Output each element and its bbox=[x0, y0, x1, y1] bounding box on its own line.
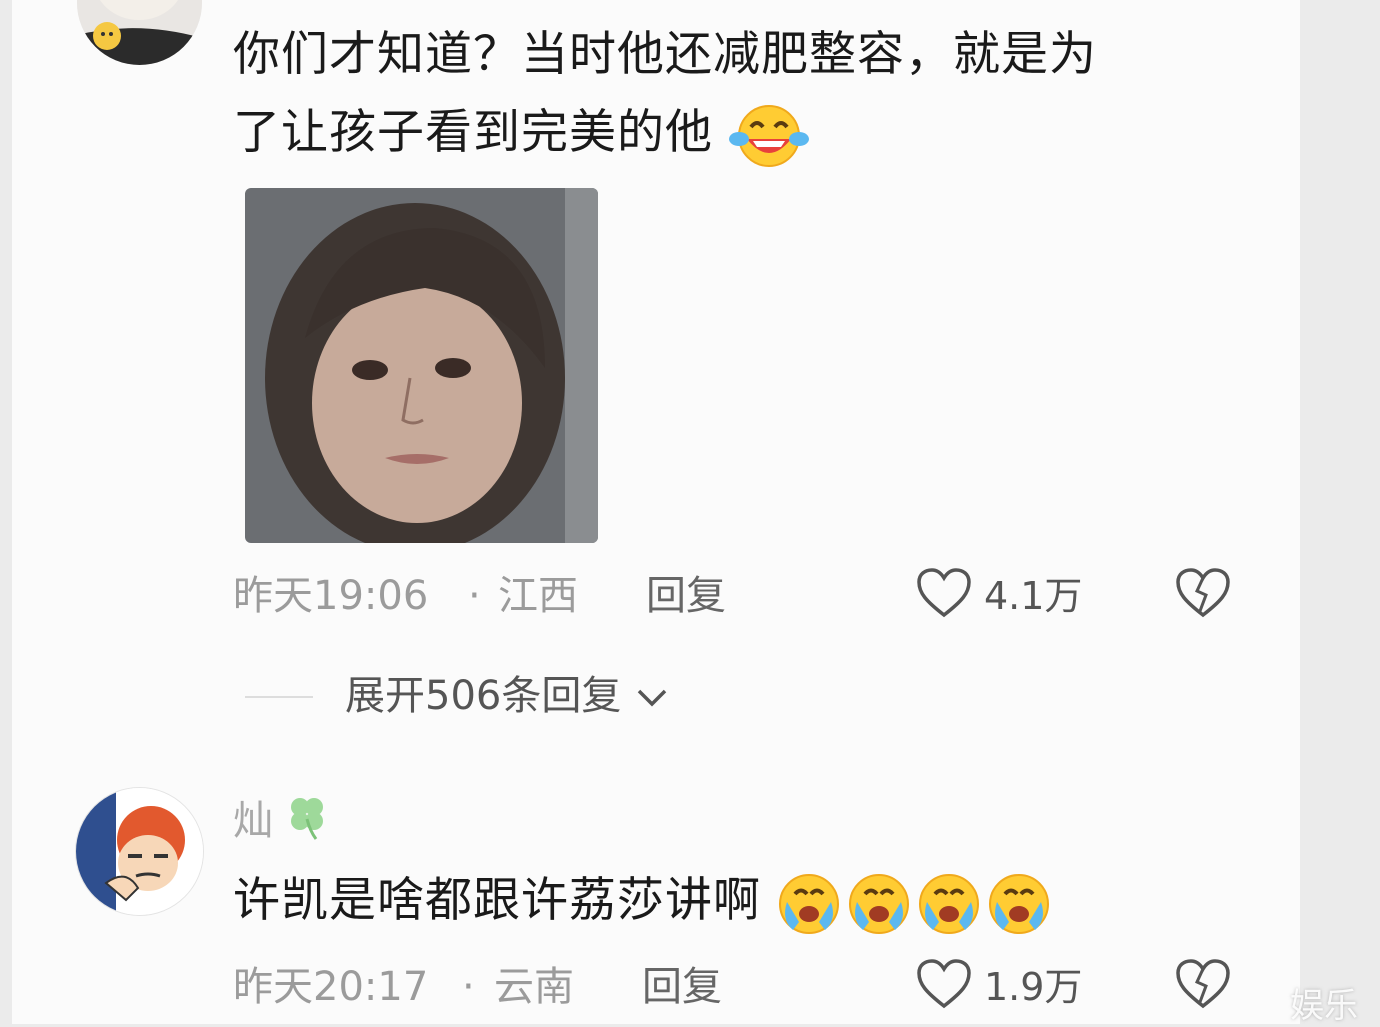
expand-replies-label: 展开506条回复 bbox=[345, 673, 622, 719]
meta-separator: · bbox=[468, 573, 481, 619]
chevron-down-icon bbox=[637, 689, 667, 707]
cartoon-boy-avatar-image bbox=[76, 788, 203, 915]
like-count: 1.9万 bbox=[984, 965, 1083, 1009]
crying-emoji-group bbox=[778, 873, 1049, 934]
meta-separator: · bbox=[462, 964, 475, 1010]
comment-image[interactable] bbox=[245, 188, 598, 543]
portrait-photo bbox=[245, 188, 598, 543]
reply-button[interactable]: 回复 bbox=[646, 571, 726, 621]
laughing-tears-emoji bbox=[728, 104, 809, 167]
comment-location: 云南 bbox=[494, 964, 574, 1010]
comment-text-line2: 了让孩子看到完美的他 bbox=[233, 94, 809, 172]
expand-replies-button[interactable]: 展开506条回复 bbox=[345, 670, 670, 722]
comment-location: 江西 bbox=[498, 573, 578, 619]
dislike-broken-heart-icon[interactable] bbox=[1175, 567, 1231, 619]
watermark: 娱乐 bbox=[1290, 986, 1358, 1026]
avatar-user2[interactable] bbox=[75, 787, 204, 916]
comment-text: 许凯是啥都跟许荔莎讲啊 bbox=[233, 873, 761, 928]
crying-emoji bbox=[848, 873, 909, 934]
reply-button[interactable]: 回复 bbox=[642, 962, 722, 1012]
crying-emoji bbox=[988, 873, 1049, 934]
comment-time: 昨天19:06 bbox=[233, 573, 429, 619]
cat-avatar-image bbox=[77, 0, 202, 65]
dislike-broken-heart-icon[interactable] bbox=[1175, 958, 1231, 1010]
username[interactable]: 灿 bbox=[233, 796, 273, 846]
like-count: 4.1万 bbox=[984, 574, 1083, 618]
comment-text: 了让孩子看到完美的他 bbox=[233, 105, 713, 160]
crying-emoji bbox=[778, 873, 839, 934]
comment-text-line1: 你们才知道？当时他还减肥整容，就是为 bbox=[233, 27, 1097, 82]
clover-icon bbox=[291, 798, 323, 840]
comment-list: 你们才知道？当时他还减肥整容，就是为 了让孩子看到完美的他 昨天19:06 · … bbox=[12, 0, 1300, 1024]
expand-divider bbox=[245, 696, 313, 698]
like-heart-icon[interactable] bbox=[916, 958, 972, 1010]
like-heart-icon[interactable] bbox=[916, 567, 972, 619]
crying-emoji bbox=[918, 873, 979, 934]
avatar-user1[interactable] bbox=[77, 0, 202, 65]
comment-time: 昨天20:17 bbox=[233, 964, 429, 1010]
comment2-text-row: 许凯是啥都跟许荔莎讲啊 bbox=[233, 862, 1059, 940]
